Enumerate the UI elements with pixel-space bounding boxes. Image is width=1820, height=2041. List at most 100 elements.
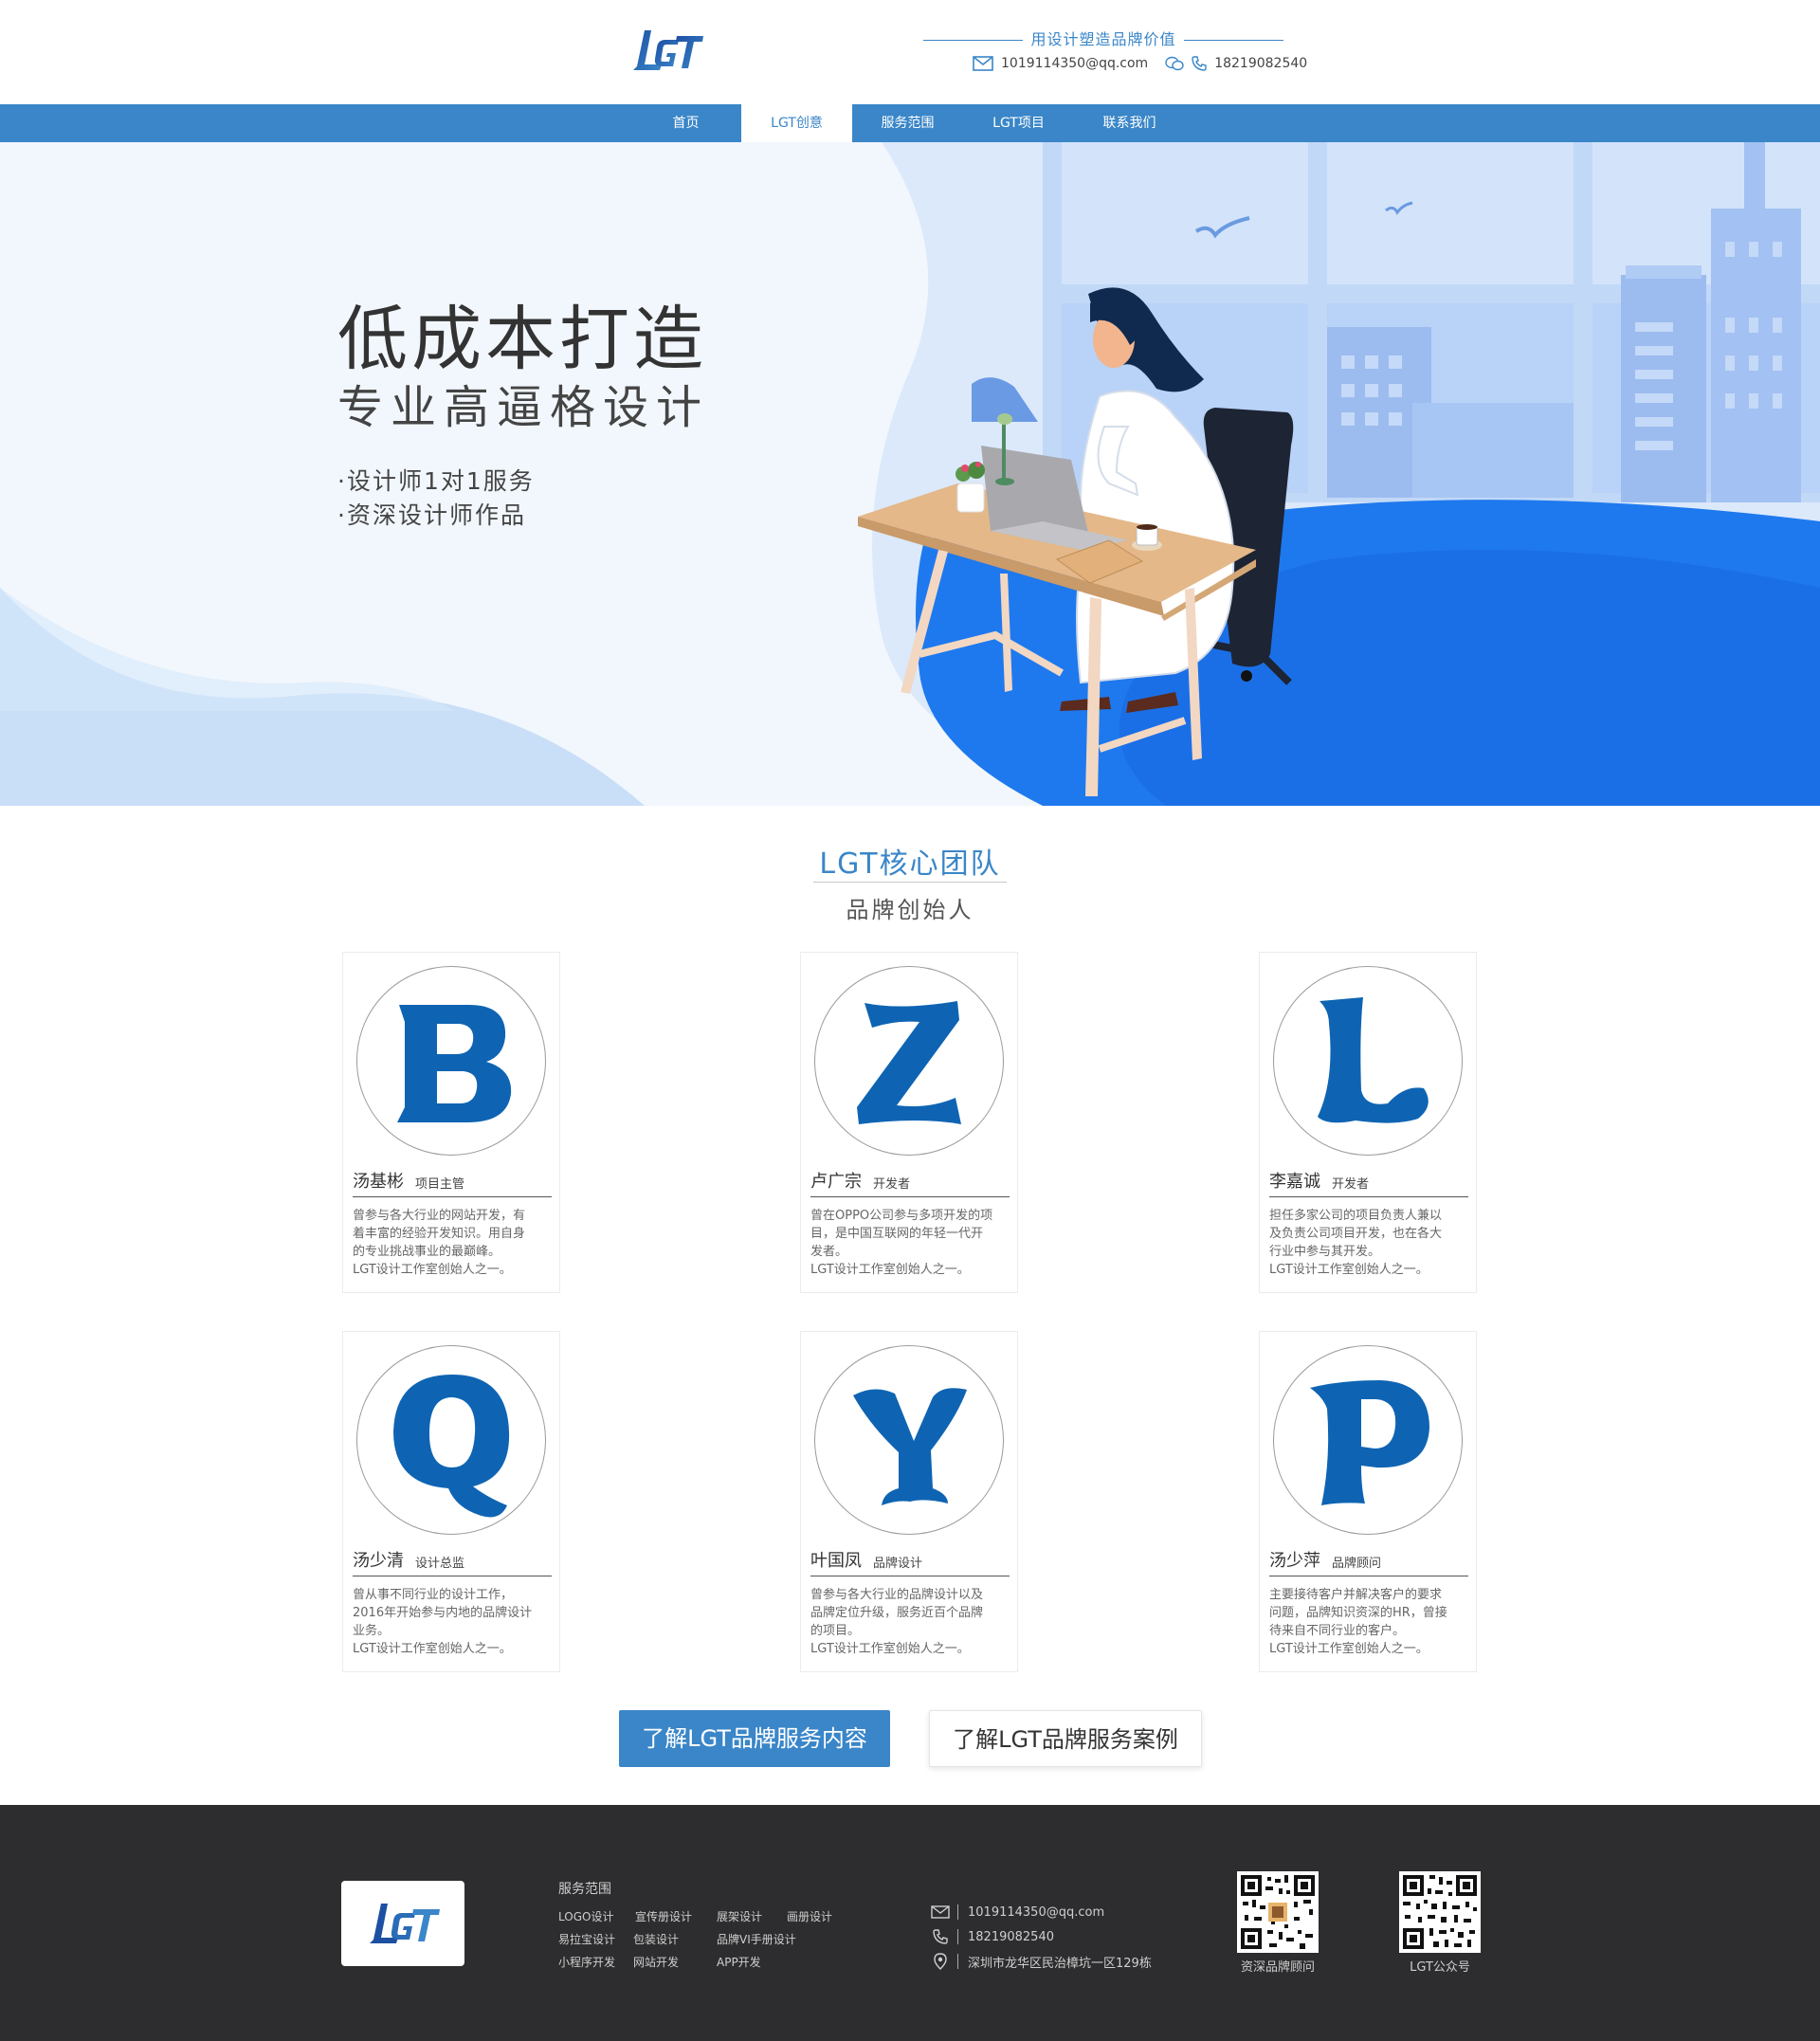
header-contact: 1019114350@qq.com 18219082540 bbox=[973, 53, 1307, 74]
member-name: 叶国凤 bbox=[810, 1551, 862, 1571]
footer-service-link[interactable]: LOGO设计 bbox=[558, 1905, 635, 1928]
member-name-row: 汤少清 设计总监 bbox=[353, 1548, 552, 1576]
slogan-divider-left bbox=[923, 40, 1023, 41]
potted-plant bbox=[956, 462, 985, 513]
hero-title: 低成本打造 bbox=[337, 299, 707, 380]
slogan-text: 用设计塑造品牌价值 bbox=[1030, 30, 1176, 48]
footer-contact: 1019114350@qq.com 18219082540 深圳市龙华区民治樟坑… bbox=[929, 1900, 1152, 1974]
nav-item-lgt-creative[interactable]: LGT创意 bbox=[741, 104, 852, 142]
team-card[interactable]: 李嘉诚 开发者 担任多家公司的项目负责人兼以 及负责公司项目开发，也在各大 行业… bbox=[1259, 952, 1477, 1293]
member-description: 曾参与各大行业的网站开发，有 着丰富的经验开发知识。用自身 的专业挑战事业的最巅… bbox=[353, 1209, 526, 1277]
mail-icon bbox=[929, 1905, 952, 1919]
member-description: 曾在OPPO公司参与多项开发的项 目，是中国互联网的年轻一代开 发者。 LGT设… bbox=[810, 1209, 993, 1277]
member-description: 主要接待客户并解决客户的要求 问题，品牌知识资深的HR，曾接 待来自不同行业的客… bbox=[1269, 1588, 1447, 1656]
team-card[interactable]: 叶国凤 品牌设计 曾参与各大行业的品牌设计以及 品牌定位升级，服务近百个品牌 的… bbox=[800, 1331, 1018, 1672]
member-name-row: 叶国凤 品牌设计 bbox=[810, 1548, 1010, 1576]
team-card[interactable]: 汤少萍 品牌顾问 主要接待客户并解决客户的要求 问题，品牌知识资深的HR，曾接 … bbox=[1259, 1331, 1477, 1672]
team-section-subtitle: 品牌创始人 bbox=[846, 897, 974, 923]
member-badge-l bbox=[1273, 966, 1463, 1156]
contact-divider bbox=[957, 1929, 958, 1944]
qr-label-official-account: LGT公众号 bbox=[1410, 1960, 1470, 1975]
contact-divider bbox=[957, 1904, 958, 1920]
nav-list: 首页 LGT创意 服务范围 LGT项目 联系我们 bbox=[630, 104, 1185, 142]
location-pin-icon bbox=[929, 1953, 952, 1970]
slogan-block: 用设计塑造品牌价值 bbox=[923, 28, 1283, 51]
member-name: 汤少萍 bbox=[1269, 1551, 1320, 1571]
footer-logo[interactable] bbox=[341, 1881, 464, 1966]
main-nav: 首页 LGT创意 服务范围 LGT项目 联系我们 bbox=[0, 104, 1820, 142]
footer-service-link[interactable]: APP开发 bbox=[717, 1951, 761, 1974]
hero-points: ·设计师1对1服务 ·资深设计师作品 bbox=[337, 465, 535, 533]
qr-code-consultant[interactable] bbox=[1237, 1871, 1319, 1953]
footer-service-link[interactable]: 画册设计 bbox=[787, 1905, 832, 1928]
member-role: 项目主管 bbox=[415, 1177, 465, 1192]
phone-icon bbox=[929, 1929, 952, 1944]
member-name: 汤基彬 bbox=[353, 1172, 404, 1192]
member-badge-b bbox=[356, 966, 546, 1156]
member-name-row: 汤基彬 项目主管 bbox=[353, 1169, 552, 1197]
nav-item-contact[interactable]: 联系我们 bbox=[1074, 104, 1185, 142]
qr-code-icon bbox=[1241, 1875, 1315, 1949]
site-header: 用设计塑造品牌价值 1019114350@qq.com 18219082540 bbox=[0, 0, 1820, 104]
footer-services: LOGO设计 宣传册设计 展架设计 画册设计 易拉宝设计 包装设计 品牌VI手册… bbox=[558, 1905, 862, 1974]
hero-subtitle: 专业高逼格设计 bbox=[337, 381, 710, 434]
member-badge-p bbox=[1273, 1345, 1463, 1535]
member-name: 卢广宗 bbox=[810, 1172, 862, 1192]
team-title-divider bbox=[813, 882, 1007, 883]
mail-icon bbox=[973, 56, 993, 71]
team-section-title: LGT核心团队 bbox=[819, 847, 1001, 881]
footer-service-link[interactable]: 宣传册设计 bbox=[635, 1905, 717, 1928]
member-role: 品牌设计 bbox=[873, 1557, 923, 1571]
hero-point: ·资深设计师作品 bbox=[337, 501, 526, 529]
team-card[interactable]: 卢广宗 开发者 曾在OPPO公司参与多项开发的项 目，是中国互联网的年轻一代开 … bbox=[800, 952, 1018, 1293]
footer-phone[interactable]: 18219082540 bbox=[968, 1930, 1054, 1944]
coffee-cup bbox=[1132, 524, 1162, 551]
member-description: 曾参与各大行业的品牌设计以及 品牌定位升级，服务近百个品牌 的项目。 LGT设计… bbox=[810, 1588, 984, 1656]
site-footer: 服务范围 LOGO设计 宣传册设计 展架设计 画册设计 易拉宝设计 包装设计 品… bbox=[0, 1805, 1820, 2041]
member-name-row: 卢广宗 开发者 bbox=[810, 1169, 1010, 1197]
member-role: 开发者 bbox=[873, 1177, 911, 1192]
member-name: 汤少清 bbox=[353, 1551, 404, 1571]
member-badge-z bbox=[814, 966, 1004, 1156]
member-role: 设计总监 bbox=[415, 1557, 465, 1571]
qr-code-official-account[interactable] bbox=[1399, 1871, 1481, 1953]
team-card[interactable]: 汤少清 设计总监 曾从事不同行业的设计工作， 2016年开始参与内地的品牌设计 … bbox=[342, 1331, 560, 1672]
footer-service-link[interactable]: 包装设计 bbox=[633, 1928, 717, 1951]
member-description: 担任多家公司的项目负责人兼以 及负责公司项目开发，也在各大 行业中参与其开发。 … bbox=[1269, 1209, 1443, 1277]
member-name-row: 汤少萍 品牌顾问 bbox=[1269, 1548, 1468, 1576]
footer-service-link[interactable]: 品牌VI手册设计 bbox=[717, 1928, 796, 1951]
member-name: 李嘉诚 bbox=[1269, 1172, 1320, 1192]
qr-code-icon bbox=[1403, 1875, 1477, 1949]
header-phone-block: 18219082540 bbox=[1165, 56, 1307, 71]
member-role: 品牌顾问 bbox=[1332, 1557, 1382, 1571]
service-content-button[interactable]: 了解LGT品牌服务内容 bbox=[619, 1710, 890, 1767]
contact-divider bbox=[957, 1954, 958, 1969]
footer-address: 深圳市龙华区民治樟坑一区129栋 bbox=[968, 1956, 1152, 1971]
footer-service-link[interactable]: 网站开发 bbox=[633, 1951, 717, 1974]
wechat-icon bbox=[1165, 56, 1184, 71]
member-role: 开发者 bbox=[1332, 1177, 1370, 1192]
hero-point: ·设计师1对1服务 bbox=[337, 467, 535, 495]
header-phone[interactable]: 18219082540 bbox=[1214, 56, 1307, 71]
lgt-logo[interactable] bbox=[631, 27, 705, 74]
service-cases-button[interactable]: 了解LGT品牌服务案例 bbox=[929, 1710, 1202, 1767]
nav-item-projects[interactable]: LGT项目 bbox=[963, 104, 1074, 142]
team-card[interactable]: 汤基彬 项目主管 曾参与各大行业的网站开发，有 着丰富的经验开发知识。用自身 的… bbox=[342, 952, 560, 1293]
footer-service-link[interactable]: 易拉宝设计 bbox=[558, 1928, 633, 1951]
footer-service-link[interactable]: 小程序开发 bbox=[558, 1951, 633, 1974]
member-name-row: 李嘉诚 开发者 bbox=[1269, 1169, 1468, 1197]
nav-item-services[interactable]: 服务范围 bbox=[852, 104, 963, 142]
qr-label-consultant: 资深品牌顾问 bbox=[1240, 1960, 1315, 1975]
hero-banner: 低成本打造 专业高逼格设计 ·设计师1对1服务 ·资深设计师作品 bbox=[0, 142, 1820, 806]
footer-service-link[interactable]: 展架设计 bbox=[717, 1905, 787, 1928]
phone-icon bbox=[1192, 56, 1207, 71]
lgt-logo bbox=[370, 1904, 440, 1943]
footer-services-title: 服务范围 bbox=[558, 1882, 611, 1897]
hero-illustration bbox=[0, 142, 1820, 806]
header-email[interactable]: 1019114350@qq.com bbox=[1001, 56, 1148, 71]
member-badge-q bbox=[356, 1345, 546, 1535]
member-description: 曾从事不同行业的设计工作， 2016年开始参与内地的品牌设计 业务。 LGT设计… bbox=[353, 1588, 533, 1656]
footer-email[interactable]: 1019114350@qq.com bbox=[968, 1905, 1104, 1920]
slogan-divider-right bbox=[1184, 40, 1283, 41]
nav-item-home[interactable]: 首页 bbox=[630, 104, 741, 142]
